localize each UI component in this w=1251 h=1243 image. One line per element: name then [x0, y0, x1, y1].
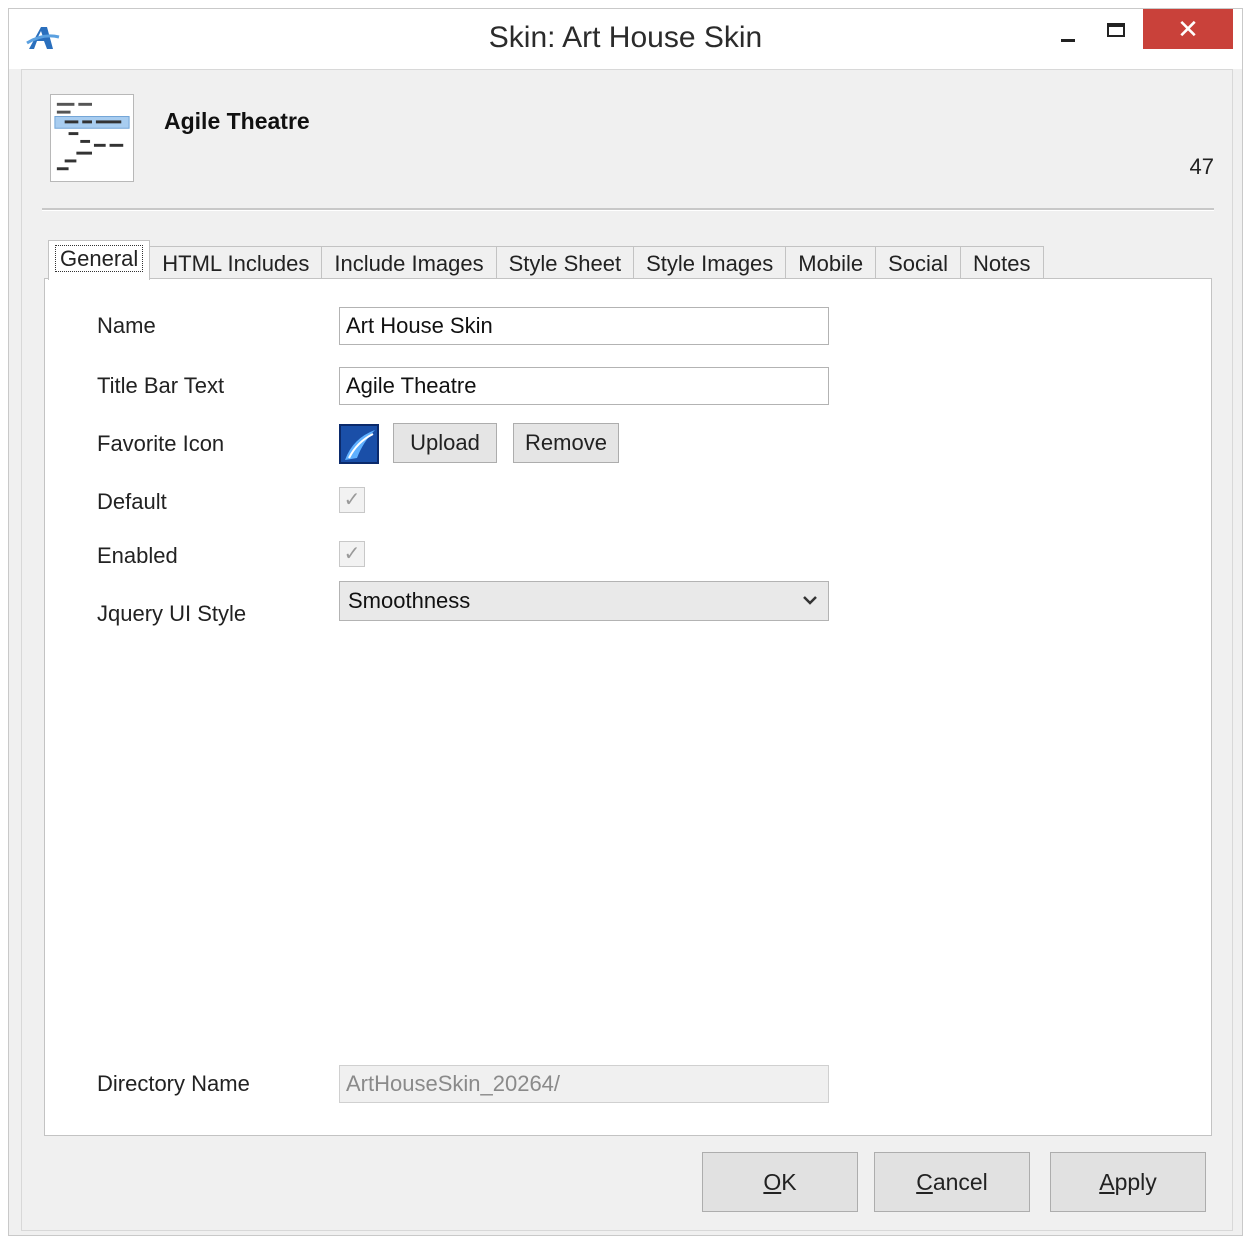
tab-general-label: General — [55, 245, 144, 272]
name-field[interactable]: Art House Skin — [339, 307, 829, 345]
tab-general[interactable]: General — [48, 240, 151, 280]
tab-social[interactable]: Social — [875, 246, 962, 280]
header-divider — [42, 208, 1214, 211]
tab-include-images[interactable]: Include Images — [321, 246, 497, 280]
tab-mobile[interactable]: Mobile — [785, 246, 877, 280]
apply-label-rest: pply — [1114, 1169, 1157, 1195]
dialog-client-area: Agile Theatre 47 General HTML Includes I… — [21, 69, 1233, 1231]
header-title: Agile Theatre — [164, 108, 310, 134]
enabled-checkbox[interactable]: ✓ — [339, 541, 365, 567]
favorite-icon-label: Favorite Icon — [97, 431, 225, 456]
chevron-down-icon — [803, 596, 817, 605]
general-tab-panel: Name Art House Skin Title Bar Text Agile… — [44, 278, 1212, 1136]
apply-button[interactable]: Apply — [1050, 1152, 1206, 1212]
enabled-label: Enabled — [97, 543, 178, 568]
ok-accelerator: O — [763, 1169, 782, 1195]
directory-name-field: ArtHouseSkin_20264/ — [339, 1065, 829, 1103]
upload-button[interactable]: Upload — [393, 423, 497, 463]
jquery-ui-style-select[interactable]: Smoothness — [339, 581, 829, 621]
minimize-icon[interactable] — [1055, 27, 1083, 51]
default-checkbox[interactable]: ✓ — [339, 487, 365, 513]
close-button[interactable]: ✕ — [1143, 9, 1233, 49]
favicon-preview-icon — [339, 424, 379, 464]
header-count: 47 — [1189, 154, 1214, 179]
remove-button[interactable]: Remove — [513, 423, 619, 463]
jquery-ui-style-label: Jquery UI Style — [97, 601, 247, 626]
default-label: Default — [97, 489, 167, 514]
ok-button[interactable]: OK — [702, 1152, 858, 1212]
jquery-ui-style-value: Smoothness — [348, 588, 471, 613]
title-bar-text-label: Title Bar Text — [97, 373, 225, 398]
title-bar-text-field[interactable]: Agile Theatre — [339, 367, 829, 405]
skin-document-icon — [50, 94, 134, 182]
tab-style-images[interactable]: Style Images — [633, 246, 787, 280]
tab-html-includes[interactable]: HTML Includes — [149, 246, 323, 280]
tab-style-sheet[interactable]: Style Sheet — [495, 246, 635, 280]
maximize-icon[interactable] — [1105, 21, 1133, 45]
title-bar: Skin: Art House Skin ✕ — [9, 9, 1242, 69]
cancel-accelerator: C — [916, 1169, 933, 1195]
apply-accelerator: A — [1099, 1169, 1115, 1195]
directory-name-label: Directory Name — [97, 1071, 250, 1096]
ok-label-rest: K — [781, 1169, 797, 1195]
cancel-button[interactable]: Cancel — [874, 1152, 1030, 1212]
name-label: Name — [97, 313, 156, 338]
cancel-label-rest: ancel — [932, 1169, 988, 1195]
tab-strip: General HTML Includes Include Images Sty… — [48, 240, 1044, 280]
skin-dialog-window: Skin: Art House Skin ✕ Agile Theatre 47 … — [8, 8, 1243, 1236]
tab-notes[interactable]: Notes — [960, 246, 1044, 280]
